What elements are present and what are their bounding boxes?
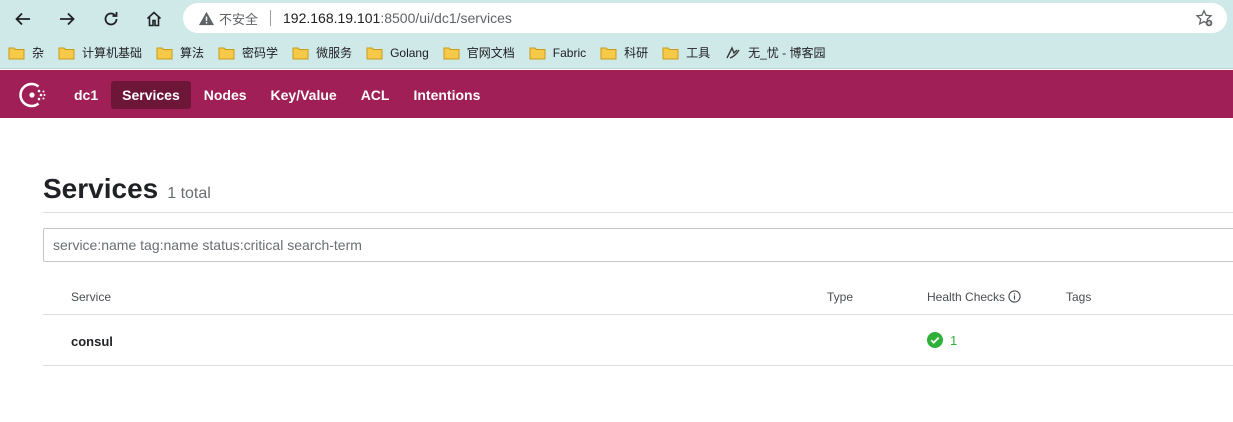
- bookmark-star-icon[interactable]: [1195, 9, 1213, 27]
- reload-button[interactable]: [97, 5, 125, 33]
- column-header-tags: Tags: [1066, 290, 1092, 304]
- bookmark-item[interactable]: 工具: [662, 41, 710, 65]
- folder-icon: [529, 46, 546, 60]
- bookmark-item[interactable]: 计算机基础: [58, 41, 142, 65]
- column-header-health: Health Checks: [927, 290, 1021, 304]
- bookmark-label: 工具: [686, 46, 711, 60]
- column-header-service: Service: [71, 290, 112, 304]
- insecure-label: 不安全: [219, 11, 259, 27]
- table-row[interactable]: consul 1: [43, 315, 1233, 366]
- browser-toolbar: 不安全 192.168.19.101:8500/ui/dc1/services: [0, 0, 1233, 37]
- folder-icon: [218, 46, 235, 60]
- address-bar[interactable]: 不安全 192.168.19.101:8500/ui/dc1/services: [183, 3, 1227, 33]
- bookmark-label: Golang: [390, 45, 429, 60]
- datacenter-selector[interactable]: dc1: [63, 81, 109, 109]
- bookmark-item[interactable]: 微服务: [292, 41, 352, 65]
- folder-icon: [662, 46, 679, 60]
- bookmark-label: 微服务: [316, 46, 353, 60]
- nav-nodes[interactable]: Nodes: [193, 81, 258, 109]
- folder-icon: [58, 46, 75, 60]
- folder-icon: [292, 46, 309, 60]
- service-name-link[interactable]: consul: [71, 334, 113, 349]
- service-count: 1 total: [167, 185, 211, 202]
- bookmark-item[interactable]: 杂: [8, 41, 44, 65]
- bookmark-label: 无_忧 - 博客园: [748, 46, 826, 60]
- table-header: Service Type Health Checks Tags: [43, 282, 1233, 315]
- nav-services[interactable]: Services: [111, 81, 191, 109]
- bookmark-item[interactable]: Fabric: [529, 41, 586, 65]
- check-circle-icon: [927, 332, 943, 348]
- home-icon: [146, 11, 162, 27]
- bookmark-label: 密码学: [242, 46, 279, 60]
- bookmark-item[interactable]: 科研: [600, 41, 648, 65]
- bookmark-label: Fabric: [552, 45, 587, 60]
- back-button[interactable]: [9, 5, 37, 33]
- folder-icon: [443, 46, 460, 60]
- folder-icon: [366, 46, 383, 60]
- url-path: :8500/ui/dc1/services: [380, 10, 512, 26]
- folder-icon: [8, 46, 25, 60]
- nav-acl[interactable]: ACL: [350, 81, 401, 109]
- consul-header: dc1 Services Nodes Key/Value ACL Intenti…: [0, 70, 1233, 118]
- bookmark-item[interactable]: 官网文档: [443, 41, 515, 65]
- nav-key-value[interactable]: Key/Value: [260, 81, 348, 109]
- forward-button[interactable]: [53, 5, 81, 33]
- address-separator: [270, 10, 272, 26]
- page-header: Services 1 total: [43, 173, 211, 205]
- health-checks-cell: 1: [927, 332, 957, 348]
- bookmark-item[interactable]: 密码学: [218, 41, 278, 65]
- bookmark-label: 官网文档: [466, 46, 515, 60]
- page-title: Services: [43, 173, 159, 204]
- search-input[interactable]: [43, 228, 1233, 262]
- reload-icon: [104, 12, 118, 26]
- back-arrow-icon: [15, 12, 30, 26]
- cnblogs-icon: [724, 46, 740, 59]
- bookmarks-bar: 杂 计算机基础 算法 密码学 微服务 Golang 官网文档 Fabric 科研…: [0, 37, 1233, 69]
- header-divider: [43, 212, 1233, 213]
- forward-arrow-icon: [60, 12, 75, 26]
- column-header-type: Type: [827, 290, 854, 304]
- bookmark-label: 杂: [32, 46, 45, 60]
- nav-intentions[interactable]: Intentions: [402, 81, 491, 109]
- url-host: 192.168.19.101: [283, 10, 381, 26]
- warning-icon[interactable]: [197, 9, 215, 27]
- bookmark-label: 科研: [624, 46, 649, 60]
- passing-checks-count: 1: [950, 332, 958, 348]
- main-nav: dc1 Services Nodes Key/Value ACL Intenti…: [63, 81, 493, 109]
- bookmark-item[interactable]: 算法: [156, 41, 204, 65]
- folder-icon: [156, 46, 173, 60]
- bookmark-label: 计算机基础: [82, 46, 143, 60]
- folder-icon: [600, 46, 617, 60]
- bookmark-item[interactable]: 无_忧 - 博客园: [724, 41, 826, 65]
- column-header-health-label: Health Checks: [927, 290, 1006, 304]
- home-button[interactable]: [140, 5, 168, 33]
- info-icon[interactable]: [1008, 290, 1021, 303]
- consul-logo-icon[interactable]: [19, 82, 47, 108]
- bookmark-item[interactable]: Golang: [366, 41, 429, 65]
- bookmark-label: 算法: [180, 46, 205, 60]
